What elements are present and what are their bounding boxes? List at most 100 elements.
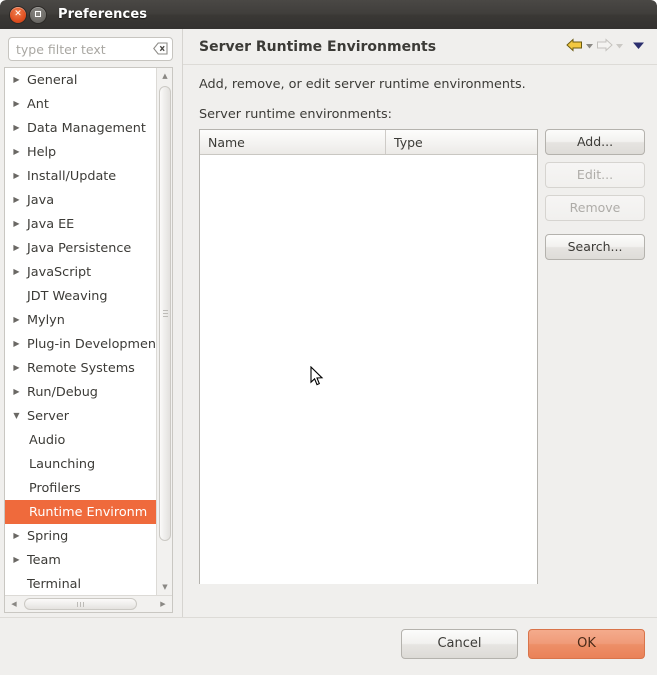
edit-button: Edit... — [545, 162, 645, 188]
close-icon: ✕ — [14, 9, 22, 19]
column-header-name[interactable]: Name — [200, 130, 386, 154]
expand-arrow-icon[interactable]: ▶ — [9, 268, 24, 276]
sidebar-item-java-ee[interactable]: ▶ Java EE — [5, 212, 157, 236]
sidebar-item-team[interactable]: ▶ Team — [5, 548, 157, 572]
page-description: Add, remove, or edit server runtime envi… — [199, 77, 526, 92]
sidebar-item-runtime-environm[interactable]: Runtime Environm — [5, 500, 157, 524]
expand-arrow-icon[interactable]: ▶ — [9, 556, 24, 564]
expand-arrow-icon[interactable]: ▶ — [9, 196, 24, 204]
table-header-row: Name Type — [200, 130, 537, 155]
chevron-down-icon — [616, 43, 623, 48]
expand-arrow-icon[interactable]: ▶ — [9, 148, 24, 156]
scroll-right-icon[interactable]: ▶ — [155, 596, 171, 612]
page-nav-toolbar — [566, 38, 645, 52]
page-header: Server Runtime Environments — [183, 29, 657, 65]
expand-arrow-icon[interactable]: ▶ — [9, 388, 24, 396]
expand-arrow-icon[interactable]: ▶ — [9, 244, 24, 252]
maximize-button[interactable] — [30, 6, 46, 23]
sidebar-item-launching[interactable]: Launching — [5, 452, 157, 476]
sidebar-item-label: Spring — [27, 528, 69, 544]
table-action-buttons: Add... Edit... Remove Search... — [545, 129, 645, 267]
sidebar-item-label: Java EE — [27, 216, 75, 232]
search-button[interactable]: Search... — [545, 234, 645, 260]
search-input[interactable] — [8, 37, 173, 61]
sidebar-item-label: Server — [27, 408, 69, 424]
sidebar-item-label: Runtime Environm — [29, 504, 148, 520]
tree-item-list[interactable]: ▶ General ▶ Ant ▶ Data Management ▶ Help ▶ Instal… — [5, 68, 157, 595]
sidebar-item-terminal[interactable]: Terminal — [5, 572, 157, 595]
sidebar-item-label: Plug-in Developmen — [27, 336, 156, 352]
back-arrow-icon — [566, 38, 582, 52]
scroll-thumb-grip — [163, 309, 168, 318]
tree-vertical-scrollbar[interactable]: ▲ ▼ — [156, 68, 172, 595]
sidebar-item-label: Run/Debug — [27, 384, 98, 400]
clear-filter-icon[interactable] — [153, 42, 168, 55]
tree-horizontal-scrollbar[interactable]: ◀ ▶ — [5, 595, 172, 612]
scroll-left-icon[interactable]: ◀ — [6, 596, 22, 612]
sidebar-item-label: Install/Update — [27, 168, 117, 184]
sidebar-item-mylyn[interactable]: ▶ Mylyn — [5, 308, 157, 332]
expand-arrow-icon[interactable]: ▶ — [9, 340, 24, 348]
expand-arrow-icon[interactable]: ▶ — [9, 172, 24, 180]
sidebar-item-label: Data Management — [27, 120, 146, 136]
sidebar-item-profilers[interactable]: Profilers — [5, 476, 157, 500]
sidebar-item-label: JavaScript — [27, 264, 92, 280]
sidebar-item-install-update[interactable]: ▶ Install/Update — [5, 164, 157, 188]
vertical-scroll-thumb[interactable] — [159, 86, 171, 541]
sidebar-item-label: Team — [27, 552, 61, 568]
back-button[interactable] — [566, 38, 594, 52]
horizontal-scroll-thumb[interactable] — [24, 598, 137, 610]
window-title: Preferences — [58, 7, 148, 22]
ok-button[interactable]: OK — [528, 629, 645, 659]
sidebar-item-javascript[interactable]: ▶ JavaScript — [5, 260, 157, 284]
runtime-environments-table[interactable]: Name Type — [199, 129, 538, 584]
sidebar-item-java-persistence[interactable]: ▶ Java Persistence — [5, 236, 157, 260]
sidebar-item-label: Java — [27, 192, 55, 208]
sidebar-item-run-debug[interactable]: ▶ Run/Debug — [5, 380, 157, 404]
table-body[interactable] — [200, 155, 537, 584]
scroll-down-icon[interactable]: ▼ — [157, 579, 172, 595]
sidebar-item-label: Help — [27, 144, 57, 160]
expand-arrow-icon[interactable]: ▶ — [9, 100, 24, 108]
sidebar-item-ant[interactable]: ▶ Ant — [5, 92, 157, 116]
chevron-down-icon — [586, 43, 593, 48]
page-title: Server Runtime Environments — [199, 38, 437, 55]
preferences-page: Server Runtime Environments Add, remove,… — [182, 29, 657, 617]
preferences-sidebar: ▶General▶Ant▶Data Management▶Help▶Instal… — [0, 29, 181, 617]
column-header-type[interactable]: Type — [386, 130, 537, 154]
page-menu-button[interactable] — [632, 40, 645, 51]
sidebar-item-java[interactable]: ▶ Java — [5, 188, 157, 212]
sidebar-item-general[interactable]: ▶ General — [5, 68, 157, 92]
close-button[interactable]: ✕ — [10, 6, 26, 23]
sidebar-item-remote-systems[interactable]: ▶ Remote Systems — [5, 356, 157, 380]
sidebar-item-label: Mylyn — [27, 312, 65, 328]
scroll-up-icon[interactable]: ▲ — [157, 68, 172, 84]
collapse-arrow-icon[interactable]: ▼ — [9, 412, 24, 420]
sidebar-item-help[interactable]: ▶ Help — [5, 140, 157, 164]
forward-button — [596, 38, 624, 52]
dialog-body: ▶General▶Ant▶Data Management▶Help▶Instal… — [0, 29, 657, 617]
sidebar-item-spring[interactable]: ▶ Spring — [5, 524, 157, 548]
sidebar-item-label: Ant — [27, 96, 49, 112]
expand-arrow-icon[interactable]: ▶ — [9, 316, 24, 324]
cancel-button[interactable]: Cancel — [401, 629, 518, 659]
sidebar-item-label: Profilers — [29, 480, 81, 496]
expand-arrow-icon[interactable]: ▶ — [9, 124, 24, 132]
sidebar-item-jdt-weaving[interactable]: JDT Weaving — [5, 284, 157, 308]
dialog-footer: Cancel OK — [0, 617, 657, 675]
expand-arrow-icon[interactable]: ▶ — [9, 76, 24, 84]
sidebar-item-plug-in-developmen[interactable]: ▶ Plug-in Developmen — [5, 332, 157, 356]
sidebar-item-label: Audio — [29, 432, 66, 448]
expand-arrow-icon[interactable]: ▶ — [9, 364, 24, 372]
sidebar-item-server[interactable]: ▼ Server — [5, 404, 157, 428]
add-button[interactable]: Add... — [545, 129, 645, 155]
sidebar-item-data-management[interactable]: ▶ Data Management — [5, 116, 157, 140]
filter-field-wrapper — [8, 37, 173, 61]
remove-button: Remove — [545, 195, 645, 221]
forward-arrow-icon — [597, 38, 613, 52]
preferences-tree: ▶ General ▶ Ant ▶ Data Management ▶ Help ▶ Instal… — [4, 67, 173, 613]
scroll-thumb-grip — [76, 602, 85, 607]
sidebar-item-audio[interactable]: Audio — [5, 428, 157, 452]
expand-arrow-icon[interactable]: ▶ — [9, 220, 24, 228]
expand-arrow-icon[interactable]: ▶ — [9, 532, 24, 540]
